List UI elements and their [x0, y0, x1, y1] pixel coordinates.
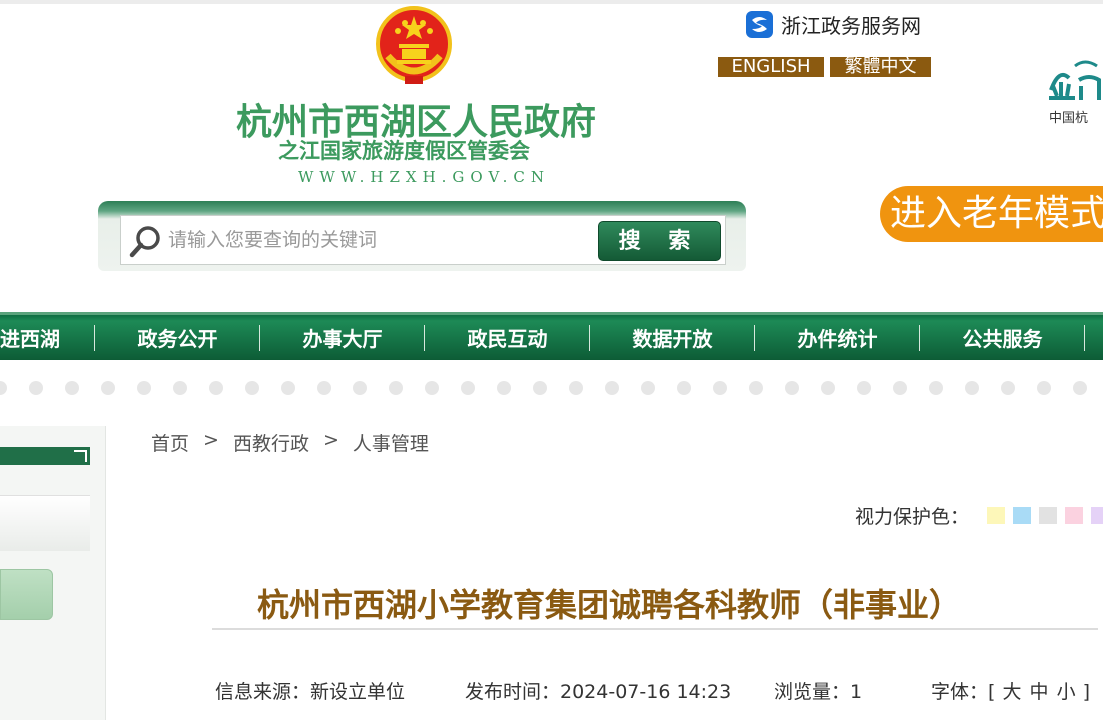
eye-color-pink[interactable]	[1065, 507, 1083, 524]
top-border-line	[0, 0, 1103, 4]
zhejiang-service-icon	[746, 11, 773, 38]
search-input[interactable]	[168, 222, 588, 258]
eye-color-yellow[interactable]	[987, 507, 1005, 524]
nav-item-jin-xihu[interactable]: 进西湖	[0, 315, 95, 360]
divider-dot	[245, 381, 259, 395]
breadcrumb-home[interactable]: 首页	[151, 429, 189, 456]
divider-dot	[65, 381, 79, 395]
english-button[interactable]: ENGLISH	[718, 57, 824, 77]
national-emblem-icon	[376, 6, 452, 84]
divider-dot	[137, 381, 151, 395]
dotted-divider	[0, 381, 1087, 395]
divider-dot	[821, 381, 835, 395]
view-count: 浏览量：1	[774, 681, 863, 703]
divider-dot	[857, 381, 871, 395]
font-size-large[interactable]: 大	[1002, 681, 1021, 703]
divider-dot	[0, 381, 7, 395]
publish-time: 发布时间：2024-07-16 14:23	[465, 681, 732, 703]
nav-item-banjian-tongji[interactable]: 办件统计	[755, 315, 920, 360]
nav-item-gonggong-fuwu[interactable]: 公共服务	[920, 315, 1085, 360]
divider-dot	[101, 381, 115, 395]
divider-dot	[677, 381, 691, 395]
search-button[interactable]: 搜 索	[598, 221, 721, 261]
divider-dot	[893, 381, 907, 395]
sidebar-tab[interactable]	[0, 495, 90, 551]
divider-dot	[569, 381, 583, 395]
article-title: 杭州市西湖小学教育集团诚聘各科教师（非事业）	[257, 586, 962, 624]
divider-dot	[461, 381, 475, 395]
traditional-chinese-button[interactable]: 繁體中文	[830, 57, 931, 77]
main-nav: 进西湖 政务公开 办事大厅 政民互动 数据开放 办件统计 公共服务	[0, 312, 1103, 360]
breadcrumb-separator: >	[203, 429, 219, 451]
divider-dot	[965, 381, 979, 395]
breadcrumb-separator: >	[322, 429, 339, 451]
divider-dot	[209, 381, 223, 395]
site-url: WWW.HZXH.GOV.CN	[298, 168, 551, 186]
divider-dot	[749, 381, 763, 395]
nav-item-shuju-kaifang[interactable]: 数据开放	[590, 315, 755, 360]
eye-color-purple[interactable]	[1091, 507, 1103, 524]
divider-dot	[713, 381, 727, 395]
divider-dot	[785, 381, 799, 395]
font-size-small[interactable]: 小	[1057, 681, 1076, 703]
divider-dot	[173, 381, 187, 395]
zhejiang-service-label: 浙江政务服务网	[781, 14, 921, 38]
divider-dot	[425, 381, 439, 395]
divider-dot	[29, 381, 43, 395]
divider-dot	[353, 381, 367, 395]
divider-dot	[641, 381, 655, 395]
info-source: 信息来源：新设立单位	[215, 681, 406, 703]
elder-mode-button[interactable]: 进入老年模式	[880, 186, 1103, 242]
divider-dot	[281, 381, 295, 395]
font-size-bracket: ]	[1082, 681, 1091, 703]
divider-dot	[1001, 381, 1015, 395]
divider-dot	[533, 381, 547, 395]
divider-dot	[1037, 381, 1051, 395]
font-size-controls: 字体：[ 大 中 小 ]	[931, 677, 1090, 704]
zhejiang-service-link[interactable]: 浙江政务服务网	[746, 10, 921, 39]
hangzhou-logo-text: 中国杭	[1049, 111, 1088, 126]
nav-item-zhengwu-gongkai[interactable]: 政务公开	[95, 315, 260, 360]
divider-dot	[317, 381, 331, 395]
divider-dot	[1073, 381, 1087, 395]
divider-dot	[929, 381, 943, 395]
site-subtitle: 之江国家旅游度假区管委会	[278, 139, 530, 163]
divider-dot	[389, 381, 403, 395]
title-divider	[212, 628, 1098, 630]
eye-protection-label: 视力保护色：	[855, 506, 970, 528]
nav-item-banshi-dating[interactable]: 办事大厅	[260, 315, 425, 360]
eye-color-blue[interactable]	[1013, 507, 1031, 524]
breadcrumb-renshi-guanli[interactable]: 人事管理	[353, 429, 429, 456]
breadcrumb-xijiao-xingzheng[interactable]: 西教行政	[233, 429, 309, 456]
font-size-medium[interactable]: 中	[1030, 681, 1049, 703]
eye-color-gray[interactable]	[1039, 507, 1057, 524]
search-icon	[129, 226, 160, 258]
sidebar-header-ornament	[74, 450, 87, 462]
divider-dot	[497, 381, 511, 395]
hangzhou-logo-icon: 中国杭	[1049, 60, 1101, 126]
breadcrumb: 首页 > 西教行政 > 人事管理	[151, 429, 429, 456]
nav-item-zhengmin-hudong[interactable]: 政民互动	[425, 315, 590, 360]
font-size-label: 字体：[	[931, 681, 996, 703]
divider-dot	[605, 381, 619, 395]
